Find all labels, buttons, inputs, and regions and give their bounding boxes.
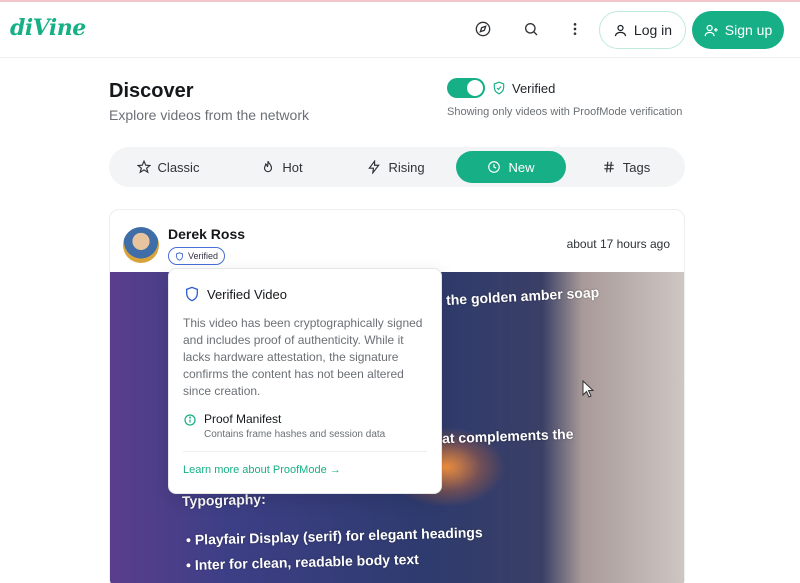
learn-more-link[interactable]: Learn more about ProofMode → (183, 464, 341, 476)
zap-icon (368, 160, 381, 174)
signup-label: Sign up (724, 22, 773, 38)
hash-icon (604, 161, 614, 173)
signup-button[interactable]: Sign up (692, 11, 784, 49)
info-icon (184, 414, 196, 426)
shield-check-icon (493, 81, 505, 95)
tab-label: Tags (622, 159, 651, 175)
verified-filter-note: Showing only videos with ProofMode verif… (447, 106, 683, 118)
tab-label: Rising (388, 159, 425, 175)
user-icon (614, 24, 627, 36)
shield-icon (186, 286, 198, 302)
verified-toggle[interactable] (447, 78, 485, 98)
sort-tabs: Classic Hot Rising New Tags (109, 147, 685, 187)
login-label: Log in (633, 22, 673, 38)
star-icon (136, 160, 151, 174)
page-title: Discover (109, 80, 194, 102)
header: diVine Log in Sign up (0, 2, 800, 58)
login-button[interactable]: Log in (599, 11, 686, 49)
compass-icon[interactable] (471, 17, 495, 41)
tab-classic[interactable]: Classic (113, 151, 223, 183)
author-name[interactable]: Derek Ross (168, 226, 245, 242)
search-icon[interactable] (519, 17, 543, 41)
verified-popover: Verified Video This video has been crypt… (168, 268, 442, 494)
tab-hot[interactable]: Hot (227, 151, 337, 183)
shield-icon (176, 251, 183, 261)
verified-filter-label: Verified (512, 81, 556, 96)
popover-title: Verified Video (207, 287, 287, 302)
popover-body: This video has been cryptographically si… (183, 316, 423, 398)
toggle-knob (467, 80, 483, 96)
proof-manifest-title: Proof Manifest (204, 412, 282, 426)
tab-new[interactable]: New (456, 151, 566, 183)
avatar[interactable] (123, 227, 159, 263)
tab-label: New (508, 159, 535, 175)
verified-badge[interactable]: Verified (168, 247, 226, 265)
page-subtitle: Explore videos from the network (109, 107, 309, 123)
tab-rising[interactable]: Rising (341, 151, 451, 183)
tab-tags[interactable]: Tags (571, 151, 681, 183)
flame-icon (264, 160, 273, 173)
divider (183, 451, 427, 452)
tab-label: Hot (282, 159, 303, 175)
user-plus-icon (704, 24, 718, 36)
badge-label: Verified (188, 251, 219, 261)
mouse-cursor-icon (582, 380, 594, 398)
proof-manifest-subtitle: Contains frame hashes and session data (204, 429, 386, 440)
clock-icon (488, 161, 501, 173)
tab-label: Classic (157, 159, 200, 175)
post-timestamp: about 17 hours ago (566, 237, 670, 251)
logo[interactable]: diVine (10, 15, 86, 41)
more-vertical-icon[interactable] (563, 17, 587, 41)
